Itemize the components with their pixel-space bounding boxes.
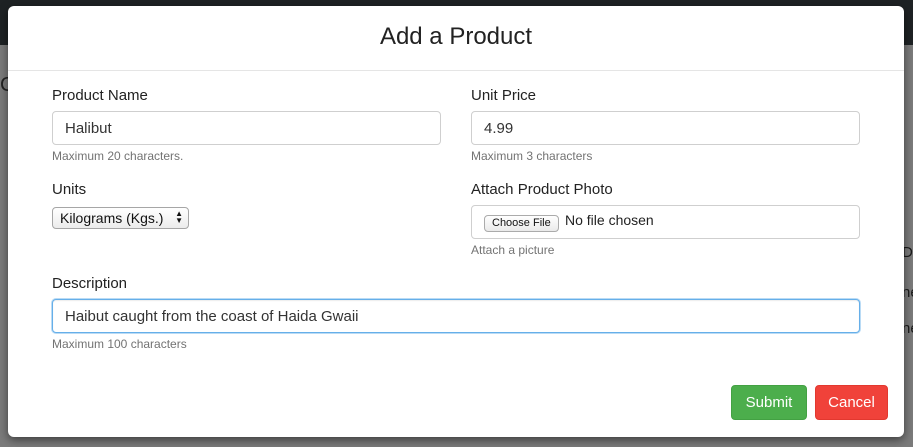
modal-header: Add a Product	[8, 6, 904, 71]
description-label: Description	[52, 275, 128, 292]
attach-photo-help: Attach a picture	[471, 243, 555, 257]
submit-button[interactable]: Submit	[731, 385, 807, 420]
units-label: Units	[52, 181, 87, 198]
file-status-text: No file chosen	[565, 212, 654, 228]
product-name-label: Product Name	[52, 87, 148, 104]
unit-price-label: Unit Price	[471, 87, 537, 104]
add-product-modal: Add a Product Product Name Maximum 20 ch…	[8, 6, 904, 437]
unit-price-input[interactable]	[471, 111, 860, 145]
unit-price-help: Maximum 3 characters	[471, 149, 593, 163]
units-select[interactable]: Kilograms (Kgs.) ▲ ▼	[52, 207, 189, 229]
product-name-help: Maximum 20 characters.	[52, 149, 184, 163]
select-arrows-icon: ▲ ▼	[175, 209, 183, 225]
product-name-input[interactable]	[52, 111, 441, 145]
cancel-button[interactable]: Cancel	[815, 385, 888, 420]
description-help: Maximum 100 characters	[52, 337, 187, 351]
choose-file-button[interactable]: Choose File	[484, 215, 559, 232]
photo-file-input[interactable]: Choose File No file chosen	[471, 205, 860, 239]
attach-photo-label: Attach Product Photo	[471, 181, 613, 198]
modal-title: Add a Product	[379, 23, 533, 50]
description-input[interactable]	[52, 299, 860, 333]
units-selected-value: Kilograms (Kgs.)	[60, 210, 164, 226]
